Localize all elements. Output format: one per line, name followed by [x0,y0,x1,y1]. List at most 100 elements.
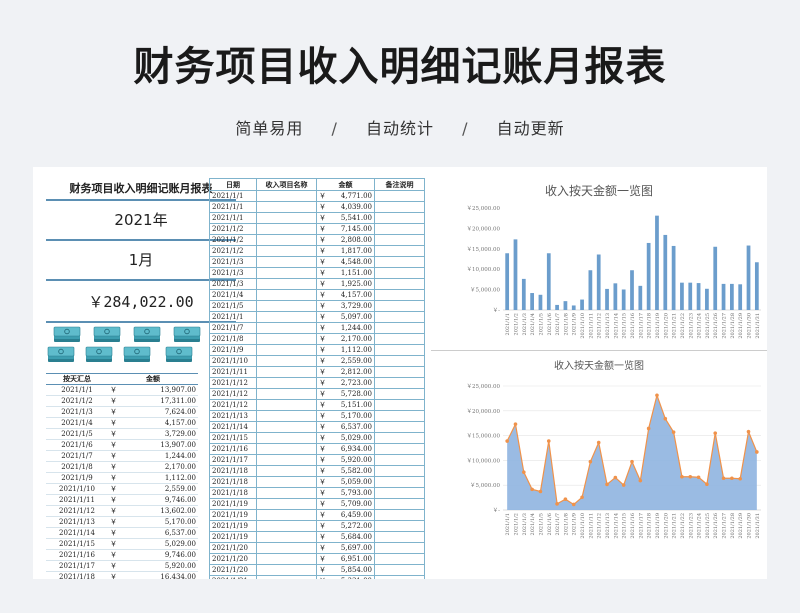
ledger-remarks [374,542,425,554]
ledger-remarks [374,333,425,345]
currency-symbol: ￥ [108,417,120,429]
x-tick-label: 2021/1/27 [722,513,728,539]
ledger-amount: ￥ 2,808.00 [316,234,375,246]
bar [530,293,535,310]
table-row: 2021/1/19 ￥ 5,709.00 [209,498,425,510]
ledger-remarks [374,311,425,323]
data-point [655,393,659,398]
ledger-item-name [256,476,317,488]
currency-symbol: ￥ [108,428,120,440]
data-point [705,482,709,487]
daily-date: 2021/1/11 [46,494,108,506]
daily-amount: 2,170.00 [120,461,198,473]
x-tick-label: 2021/1/18 [647,313,653,339]
ledger-remarks [374,278,425,290]
ledger-date: 2021/1/13 [209,410,257,422]
x-tick-label: 2021/1/3 [522,313,528,335]
daily-date: 2021/1/13 [46,516,108,528]
ledger-remarks [374,421,425,433]
table-row: 2021/1/2 ￥ 1,817.00 [209,245,425,257]
ledger-remarks [374,399,425,411]
currency-symbol: ￥ [108,538,120,550]
x-tick-label: 2021/1/12 [597,513,603,539]
currency-symbol: ￥ [319,324,326,332]
ledger-amount: ￥ 6,537.00 [316,421,375,433]
chart-divider [431,350,767,351]
data-point [755,450,759,454]
daily-date: 2021/1/17 [46,560,108,572]
table-row: 2021/1/12 ￥ 5,151.00 [209,399,425,411]
ledger-item-name [256,256,317,268]
ledger-amount-value: 6,951.00 [340,555,372,563]
ledger-item-name [256,311,317,323]
currency-symbol: ￥ [319,379,326,387]
daily-amount: 7,624.00 [120,406,198,418]
currency-symbol: ￥ [319,445,326,453]
daily-date: 2021/1/18 [46,571,108,579]
currency-symbol: ￥ [108,549,120,561]
col-header-item-name: 收入项目名称 [256,178,317,191]
ledger-item-name [256,212,317,224]
ledger-amount-value: 2,170.00 [340,335,372,343]
y-tick-label: ￥15,000.00 [467,246,501,253]
daily-amount: 5,920.00 [120,560,198,572]
ledger-amount-value: 2,559.00 [340,357,372,365]
data-point [730,476,734,481]
currency-symbol: ￥ [319,489,326,497]
ledger-remarks [374,443,425,455]
x-tick-label: 2021/1/14 [613,513,619,539]
daily-date: 2021/1/1 [46,384,108,396]
ledger-item-name [256,410,317,422]
table-row: 2021/1/19 ￥ 5,272.00 [209,520,425,532]
ledger-item-name [256,388,317,400]
ledger-remarks [374,531,425,543]
ledger-amount: ￥ 5,582.00 [316,465,375,477]
summary-title: 财务项目收入明细记账月报表 [46,177,236,201]
currency-symbol: ￥ [108,384,120,396]
table-row: 2021/1/2 ￥ 7,145.00 [209,223,425,235]
ledger-item-name [256,223,317,235]
data-point [738,476,742,481]
ledger-amount: ￥ 5,059.00 [316,476,375,488]
ledger-item-name [256,333,317,345]
x-tick-label: 2021/1/1 [505,513,511,535]
currency-symbol: ￥ [108,472,120,484]
currency-symbol: ￥ [108,494,120,506]
table-row: 2021/1/16 ￥ 9,746.00 [46,549,198,561]
ledger-amount: ￥ 1,151.00 [316,267,375,279]
ledger-date: 2021/1/11 [209,366,257,378]
x-tick-label: 2021/1/30 [747,313,753,339]
x-tick-label: 2021/1/20 [663,313,669,339]
ledger-date: 2021/1/14 [209,421,257,433]
table-row: 2021/1/3 ￥ 1,925.00 [209,278,425,290]
x-tick-label: 2021/1/17 [638,313,644,339]
x-tick-label: 2021/1/24 [697,513,703,539]
ledger-remarks [374,289,425,301]
col-header-amount: 金额 [316,178,375,191]
table-row: 2021/1/3 ￥ 4,548.00 [209,256,425,268]
bar [613,283,618,310]
x-tick-label: 2021/1/16 [630,313,636,339]
ledger-remarks [374,520,425,532]
ledger-remarks [374,575,425,579]
ledger-item-name [256,553,317,565]
ledger-item-name [256,432,317,444]
feature-tags: 简单易用 / 自动统计 / 自动更新 [0,115,800,139]
x-tick-label: 2021/1/20 [663,513,669,539]
daily-date: 2021/1/9 [46,472,108,484]
daily-amount: 13,907.00 [120,384,198,396]
ledger-remarks [374,564,425,576]
ledger-amount-value: 5,151.00 [340,401,372,409]
ledger-amount: ￥ 2,812.00 [316,366,375,378]
ledger-date: 2021/1/15 [209,432,257,444]
bar [729,283,734,310]
ledger-amount: ￥ 3,729.00 [316,300,375,312]
currency-symbol: ￥ [319,302,326,310]
table-row: 2021/1/9 ￥ 1,112.00 [209,344,425,356]
table-row: 2021/1/5 ￥ 3,729.00 [46,428,198,440]
y-tick-label: ￥- [493,307,501,314]
table-row: 2021/1/7 ￥ 1,244.00 [46,450,198,462]
bar [713,246,718,310]
x-tick-label: 2021/1/22 [680,313,686,339]
ledger-remarks [374,366,425,378]
